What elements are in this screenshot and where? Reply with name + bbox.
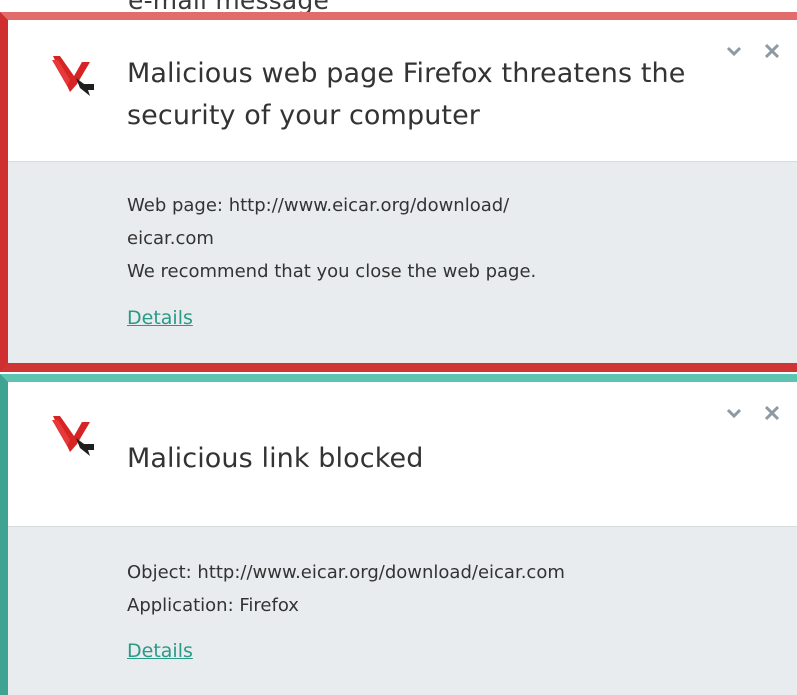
- application-text: Application: Firefox: [127, 595, 299, 616]
- recommendation-text: We recommend that you close the web page…: [127, 261, 537, 282]
- chevron-down-icon[interactable]: [725, 42, 743, 60]
- threat-notification: Malicious web page Firefox threatens the…: [0, 12, 797, 372]
- notification-header: Malicious link blocked: [8, 382, 797, 526]
- details-link[interactable]: Details: [127, 307, 193, 329]
- close-icon[interactable]: [763, 42, 781, 60]
- notification-controls: [725, 42, 781, 60]
- details-link[interactable]: Details: [127, 640, 193, 662]
- cut-off-text: e-mail message: [128, 0, 329, 12]
- notification-body: Object: http://www.eicar.org/download/ei…: [8, 526, 797, 695]
- web-page-label: Web page: http://www.eicar.org/download/: [127, 195, 510, 216]
- web-page-url-continued: eicar.com: [127, 228, 214, 249]
- kaspersky-logo-icon: [52, 56, 94, 96]
- notification-title: Malicious web page Firefox threatens the…: [127, 58, 686, 131]
- blocked-link-notification: Malicious link blocked Object: http://ww…: [0, 374, 797, 695]
- notification-body: Web page: http://www.eicar.org/download/…: [8, 161, 797, 363]
- previous-notification-edge: e-mail message: [0, 0, 797, 12]
- object-url-text: Object: http://www.eicar.org/download/ei…: [127, 562, 565, 583]
- notification-controls: [725, 404, 781, 422]
- notification-header: Malicious web page Firefox threatens the…: [8, 20, 797, 161]
- kaspersky-logo-icon: [52, 416, 94, 456]
- notification-title: Malicious link blocked: [127, 443, 424, 474]
- close-icon[interactable]: [763, 404, 781, 422]
- chevron-down-icon[interactable]: [725, 404, 743, 422]
